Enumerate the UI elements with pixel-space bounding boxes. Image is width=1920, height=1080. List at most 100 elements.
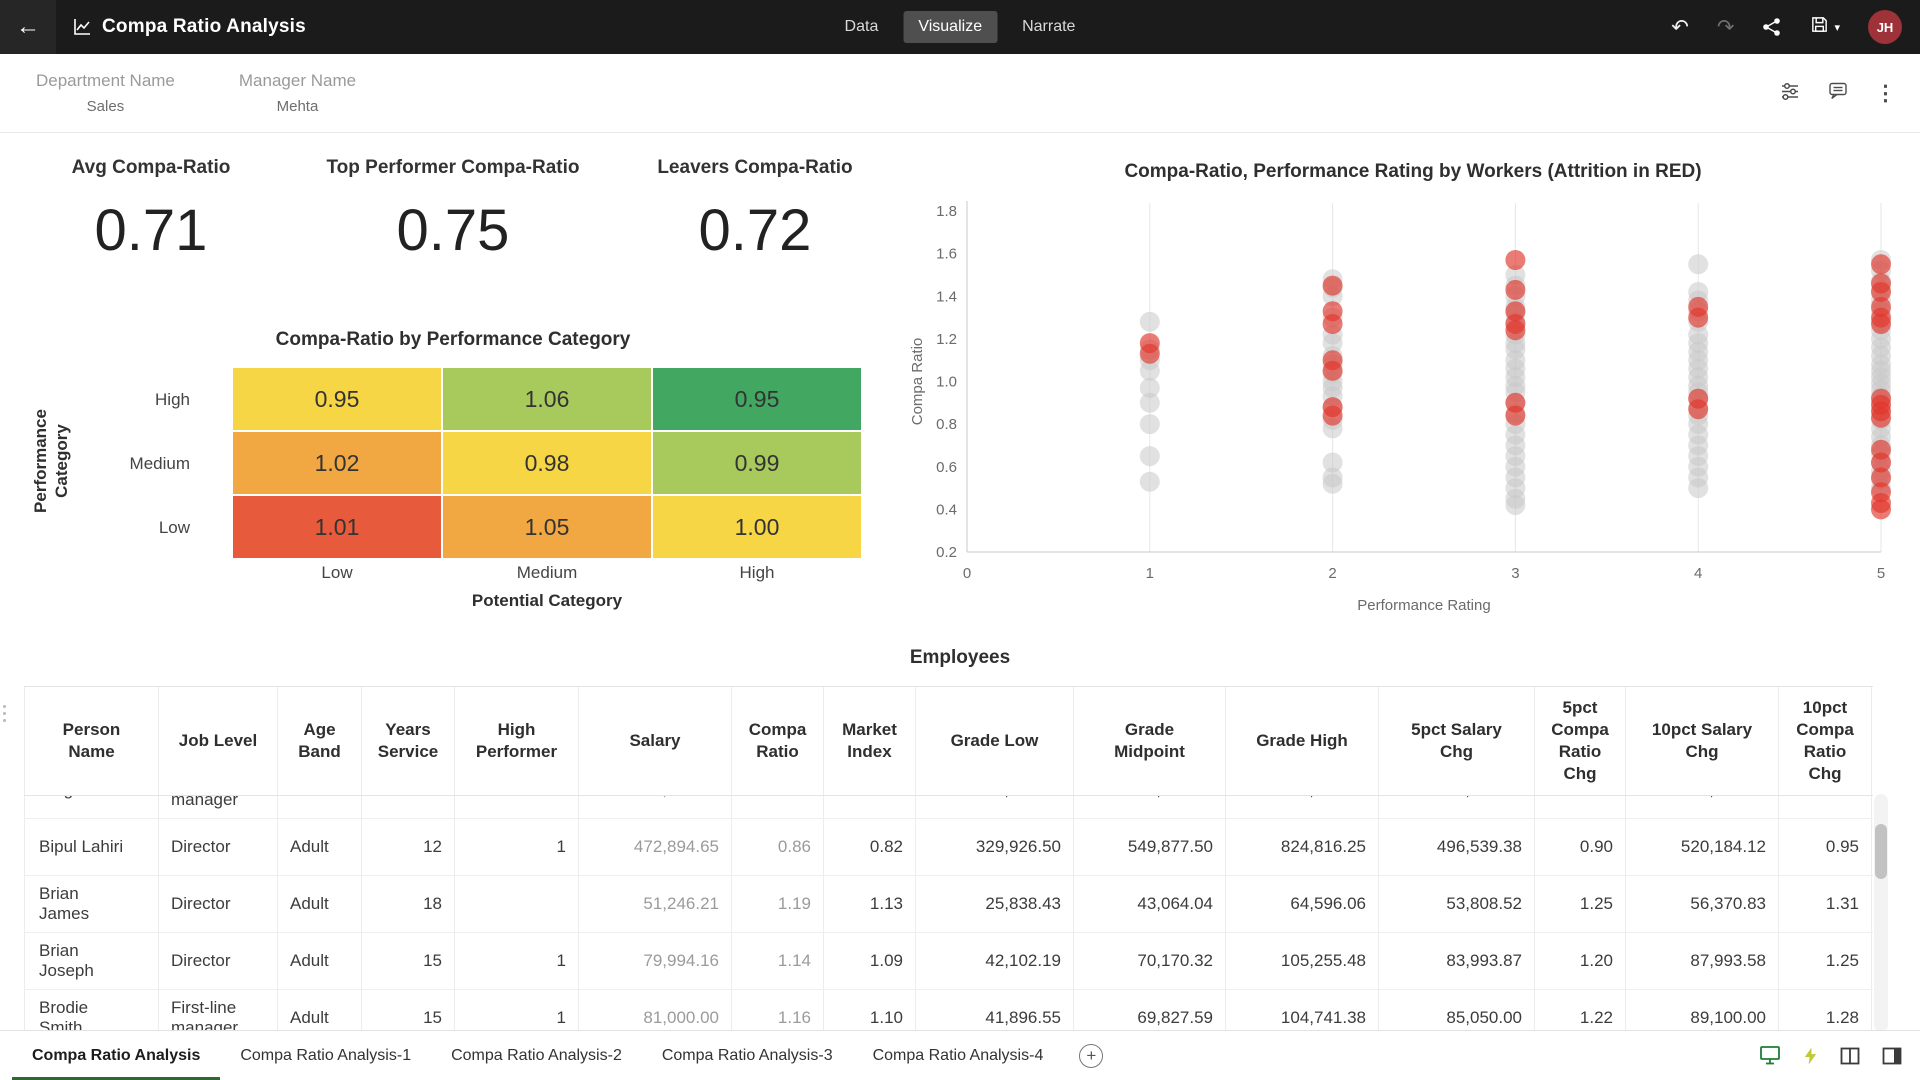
scatter-point-workers[interactable] [1140, 312, 1160, 332]
column-header-5[interactable]: Salary [579, 687, 732, 795]
add-canvas-button[interactable]: + [1079, 1044, 1103, 1068]
table-row[interactable]: Bing TanFirst-line managerAdult1349,795.… [24, 796, 1873, 819]
heatmap-cell-low-high[interactable]: 1.00 [653, 496, 861, 558]
column-header-11[interactable]: 5pct Salary Chg [1379, 687, 1535, 795]
table-scrollbar-thumb[interactable] [1875, 824, 1887, 879]
scatter-point-workers[interactable] [1140, 446, 1160, 466]
scatter-point-workers[interactable] [1688, 478, 1708, 498]
canvas-resize-handle[interactable] [3, 705, 6, 722]
table-row[interactable]: Brian JosephDirectorAdult15179,994.161.1… [24, 933, 1873, 990]
scatter-point-workers[interactable] [1140, 414, 1160, 434]
save-button[interactable]: ▾ [1810, 15, 1840, 39]
save-caret-icon: ▾ [1834, 21, 1840, 34]
heatmap-cell-high-low[interactable]: 0.95 [233, 368, 441, 430]
canvas-tab-3[interactable]: Compa Ratio Analysis-3 [642, 1031, 853, 1080]
scatter-point-attrition[interactable] [1323, 361, 1343, 381]
column-header-13[interactable]: 10pct Salary Chg [1626, 687, 1779, 795]
table-row[interactable]: Brodie SmithFirst-line managerAdult15181… [24, 990, 1873, 1030]
share-button[interactable] [1762, 17, 1782, 37]
column-header-8[interactable]: Grade Low [916, 687, 1074, 795]
mode-tab-narrate[interactable]: Narrate [1007, 11, 1090, 43]
scatter-point-attrition[interactable] [1871, 499, 1891, 519]
canvas-tab-2[interactable]: Compa Ratio Analysis-2 [431, 1031, 642, 1080]
column-header-6[interactable]: Compa Ratio [732, 687, 824, 795]
scatter-point-attrition[interactable] [1323, 406, 1343, 426]
heatmap-cell-medium-high[interactable]: 0.99 [653, 432, 861, 494]
heatmap-cell-high-medium[interactable]: 1.06 [443, 368, 651, 430]
canvas-tab-1[interactable]: Compa Ratio Analysis-1 [220, 1031, 431, 1080]
column-header-4[interactable]: High Performer [455, 687, 579, 795]
comments-icon[interactable] [1827, 80, 1849, 107]
column-header-2[interactable]: Age Band [278, 687, 362, 795]
y-tick-label: 1.2 [936, 331, 957, 348]
scatter-point-attrition[interactable] [1505, 320, 1525, 340]
scatter-point-attrition[interactable] [1505, 280, 1525, 300]
layout-split-icon[interactable] [1840, 1047, 1860, 1065]
table-row[interactable]: Brian JamesDirectorAdult1851,246.211.191… [24, 876, 1873, 933]
auto-refresh-icon[interactable] [1803, 1046, 1818, 1066]
kpi-tile-0[interactable]: Avg Compa-Ratio0.71 [0, 133, 302, 264]
scatter-point-attrition[interactable] [1505, 406, 1525, 426]
table-cell: 1.25 [1535, 876, 1626, 932]
heatmap-cell-low-low[interactable]: 1.01 [233, 496, 441, 558]
table-cell: 1.16 [1779, 796, 1872, 818]
present-icon[interactable] [1759, 1045, 1781, 1066]
filter-manager-name[interactable]: Manager NameMehta [239, 71, 356, 115]
kpi-tile-1[interactable]: Top Performer Compa-Ratio0.75 [302, 133, 604, 264]
scatter-panel: Compa-Ratio, Performance Rating by Worke… [906, 133, 1920, 693]
heatmap-cell-medium-low[interactable]: 1.02 [233, 432, 441, 494]
kpi-row: Avg Compa-Ratio0.71Top Performer Compa-R… [0, 133, 906, 264]
column-header-0[interactable]: Person Name [24, 687, 159, 795]
column-header-14[interactable]: 10pct Compa Ratio Chg [1779, 687, 1872, 795]
kebab-menu-icon[interactable]: ⋮ [1875, 81, 1896, 106]
canvas-tab-0[interactable]: Compa Ratio Analysis [12, 1031, 220, 1080]
scatter-point-workers[interactable] [1505, 495, 1525, 515]
undo-button[interactable]: ↶ [1671, 17, 1689, 38]
scatter-point-attrition[interactable] [1323, 314, 1343, 334]
heatmap-cell-low-medium[interactable]: 1.05 [443, 496, 651, 558]
table-cell: Bipul Lahiri [24, 819, 159, 875]
scatter-point-attrition[interactable] [1871, 254, 1891, 274]
scatter-point-attrition[interactable] [1688, 399, 1708, 419]
scatter-point-workers[interactable] [1688, 254, 1708, 274]
scatter-point-attrition[interactable] [1871, 314, 1891, 334]
scatter-point-workers[interactable] [1140, 393, 1160, 413]
table-row[interactable]: Bipul LahiriDirectorAdult121472,894.650.… [24, 819, 1873, 876]
table-cell: 496,539.38 [1379, 819, 1535, 875]
canvas-settings-icon[interactable] [1779, 80, 1801, 107]
scatter-point-attrition[interactable] [1688, 308, 1708, 328]
table-cell: 824,816.25 [1226, 819, 1379, 875]
column-header-1[interactable]: Job Level [159, 687, 278, 795]
redo-button[interactable]: ↷ [1717, 17, 1735, 38]
mode-tab-visualize[interactable]: Visualize [903, 11, 997, 43]
kpi-value: 0.72 [604, 197, 906, 264]
table-cell: Bing Tan [24, 796, 159, 818]
heatmap-cell-high-high[interactable]: 0.95 [653, 368, 861, 430]
filter-department-name[interactable]: Department NameSales [36, 71, 175, 115]
heatmap-row-label-medium: Medium [0, 432, 218, 496]
heatmap-row-labels: HighMediumLow [0, 368, 218, 560]
canvas-tab-4[interactable]: Compa Ratio Analysis-4 [853, 1031, 1064, 1080]
heatmap-cell-medium-medium[interactable]: 0.98 [443, 432, 651, 494]
scatter-chart[interactable]: 0.20.40.60.81.01.21.41.61.8012345Compa R… [906, 133, 1920, 673]
scatter-point-attrition[interactable] [1140, 344, 1160, 364]
column-header-7[interactable]: Market Index [824, 687, 916, 795]
scatter-point-workers[interactable] [1323, 474, 1343, 494]
column-header-10[interactable]: Grade High [1226, 687, 1379, 795]
table-cell: 1.10 [824, 990, 916, 1030]
back-button[interactable]: ← [0, 0, 56, 54]
table-scrollbar[interactable] [1874, 794, 1888, 1030]
avatar[interactable]: JH [1868, 10, 1902, 44]
layout-panel-icon[interactable] [1882, 1047, 1902, 1065]
table-cell: 87,993.58 [1626, 933, 1779, 989]
scatter-point-attrition[interactable] [1323, 276, 1343, 296]
scatter-point-attrition[interactable] [1505, 250, 1525, 270]
kpi-tile-2[interactable]: Leavers Compa-Ratio0.72 [604, 133, 906, 264]
scatter-point-attrition[interactable] [1871, 408, 1891, 428]
heatmap-col-label-medium: Medium [443, 563, 651, 583]
scatter-point-workers[interactable] [1140, 472, 1160, 492]
mode-tab-data[interactable]: Data [830, 11, 894, 43]
column-header-12[interactable]: 5pct Compa Ratio Chg [1535, 687, 1626, 795]
column-header-3[interactable]: Years Service [362, 687, 455, 795]
column-header-9[interactable]: Grade Midpoint [1074, 687, 1226, 795]
